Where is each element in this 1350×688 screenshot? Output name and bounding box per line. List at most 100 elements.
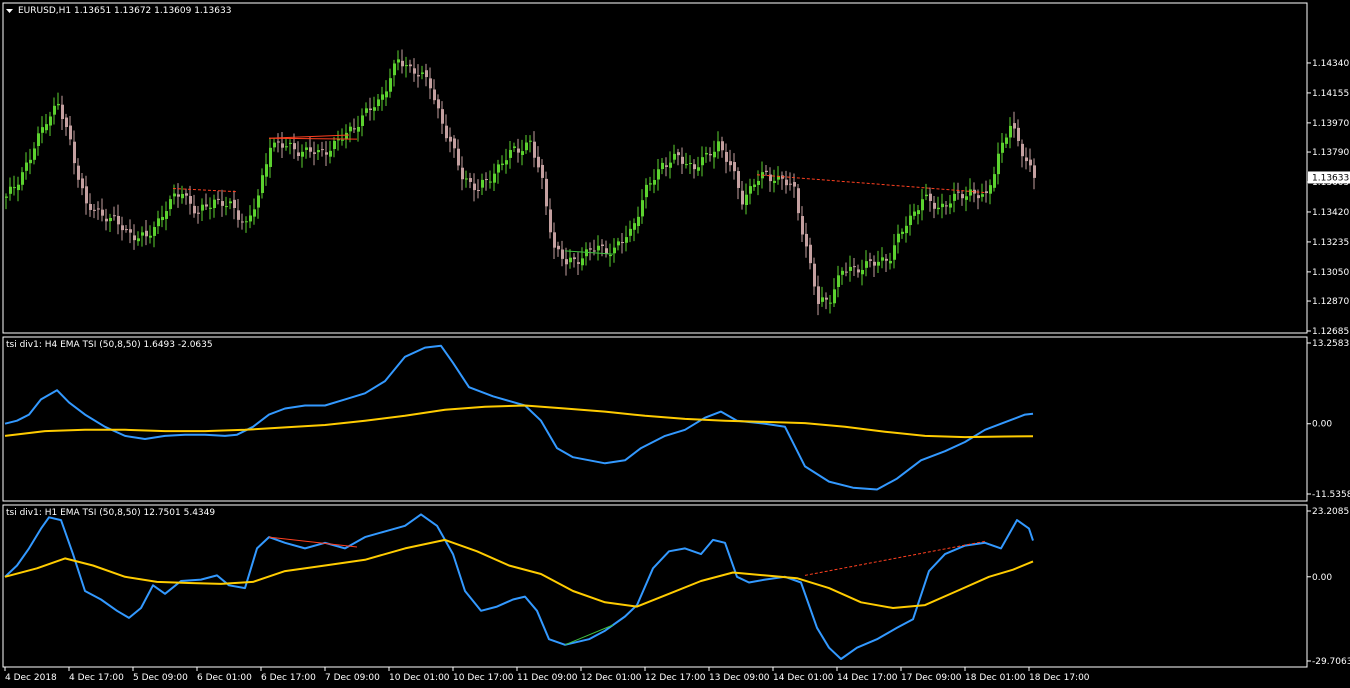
candle-body: [713, 151, 716, 158]
candle-body: [561, 249, 564, 259]
candle-body: [493, 173, 496, 183]
candle-body: [357, 126, 360, 132]
panel-title: tsi div1: H1 EMA TSI (50,8,50) 12.7501 5…: [6, 508, 215, 518]
candle-body: [213, 199, 216, 209]
candle-body: [345, 132, 348, 140]
candle-body: [765, 170, 768, 172]
candle-body: [381, 94, 384, 100]
candle-body: [893, 245, 896, 260]
candle-body: [65, 117, 68, 128]
candle-body: [353, 128, 356, 130]
candle-body: [553, 232, 556, 248]
candle-body: [809, 244, 812, 264]
candle-body: [301, 151, 304, 157]
candle-body: [645, 184, 648, 198]
tsi-line: [4, 513, 1034, 660]
x-tick-label: 17 Dec 09:00: [901, 673, 962, 683]
candle-body: [465, 178, 468, 180]
candle-body: [993, 174, 996, 188]
candle-body: [517, 148, 520, 153]
candle-body: [989, 185, 992, 194]
candle-body: [885, 258, 888, 261]
x-tick-label: 6 Dec 01:00: [197, 673, 252, 683]
candle-body: [105, 218, 108, 222]
candle-body: [77, 165, 80, 180]
candle-body: [773, 180, 776, 183]
x-tick-label: 10 Dec 17:00: [453, 673, 514, 683]
candle-body: [405, 65, 408, 67]
candle-body: [929, 193, 932, 201]
candle-body: [33, 148, 36, 160]
x-tick-label: 5 Dec 09:00: [133, 673, 188, 683]
candle-body: [497, 164, 500, 173]
candle-body: [689, 162, 692, 164]
candle-body: [757, 180, 760, 185]
trendline: [268, 134, 350, 139]
candle-body: [365, 108, 368, 113]
y-tick-label: 1.12685: [1312, 327, 1349, 337]
candle-body: [721, 141, 724, 151]
x-tick-label: 18 Dec 01:00: [965, 673, 1026, 683]
candle-body: [961, 194, 964, 199]
candle-body: [477, 189, 480, 191]
candle-body: [453, 138, 456, 149]
panel-frame: [2, 336, 1308, 502]
candle-body: [149, 235, 152, 238]
candle-body: [57, 103, 60, 106]
candle-body: [709, 154, 712, 156]
x-tick-label: 12 Dec 01:00: [581, 673, 642, 683]
candle-body: [1005, 137, 1008, 144]
candle-body: [849, 266, 852, 271]
candle-body: [937, 207, 940, 210]
candle-body: [577, 262, 580, 264]
candle-body: [413, 68, 416, 74]
candle-body: [113, 215, 116, 217]
candle-body: [537, 156, 540, 168]
candle-body: [281, 143, 284, 148]
candle-body: [389, 78, 392, 92]
candle-body: [845, 271, 848, 273]
candle-body: [377, 99, 380, 107]
candle-body: [429, 78, 432, 89]
candle-body: [9, 186, 12, 194]
y-tick-label: 1.13050: [1312, 268, 1349, 278]
candle-body: [737, 171, 740, 188]
candle-body: [1025, 157, 1028, 162]
candle-body: [17, 184, 20, 191]
candle-body: [137, 238, 140, 242]
candle-body: [197, 212, 200, 214]
y-tick-label: 0.00: [1312, 573, 1332, 583]
candle-body: [557, 245, 560, 250]
candle-body: [249, 215, 252, 222]
candle-body: [957, 191, 960, 193]
candle-body: [117, 215, 120, 225]
candle-body: [509, 149, 512, 158]
x-tick-label: 14 Dec 17:00: [837, 673, 898, 683]
candle-body: [41, 127, 44, 133]
candle-body: [881, 257, 884, 261]
candle-body: [397, 59, 400, 63]
candle-body: [825, 297, 828, 300]
candle-body: [549, 209, 552, 233]
candle-body: [873, 261, 876, 266]
panel-frame: [2, 2, 1308, 334]
candle-body: [965, 196, 968, 200]
candle-body: [717, 141, 720, 152]
candle-body: [201, 204, 204, 211]
y-tick-label: 1.14340: [1312, 59, 1349, 69]
x-tick-label: 4 Dec 17:00: [69, 673, 124, 683]
candle-body: [133, 235, 136, 241]
candle-body: [981, 194, 984, 197]
candle-body: [901, 231, 904, 234]
candle-body: [221, 201, 224, 206]
candle-body: [37, 133, 40, 146]
candle-body: [853, 266, 856, 268]
candle-body: [321, 149, 324, 151]
candle-body: [797, 188, 800, 214]
candle-body: [333, 140, 336, 150]
candle-body: [945, 205, 948, 207]
candle-body: [233, 199, 236, 209]
candle-body: [681, 156, 684, 164]
candle-body: [165, 211, 168, 219]
candle-body: [265, 164, 268, 177]
